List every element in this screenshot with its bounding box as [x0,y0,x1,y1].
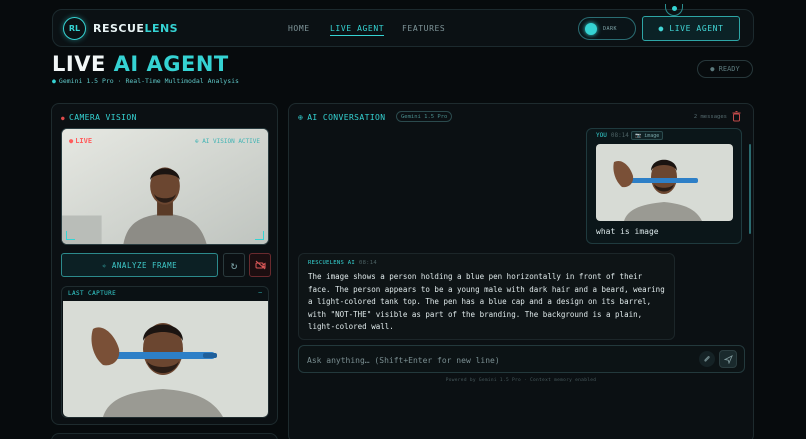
logo-badge[interactable]: RL [63,17,86,40]
theme-toggle[interactable]: DARK [578,17,636,40]
camera-off-button[interactable] [249,253,271,277]
live-agent-button[interactable]: ● LIVE AGENT [642,16,740,41]
chat-input-bar [298,345,745,373]
frame-corner-icon [66,231,75,240]
analyze-frame-button[interactable]: ✧ ANALYZE FRAME [61,253,218,277]
attached-photo [596,144,733,221]
camera-off-icon [255,260,265,270]
last-capture-image [63,301,268,417]
frame-corner-icon [255,231,264,240]
page-title: LIVE AI AGENT [52,52,229,76]
top-navigation: RL RESCUELENS HOME LIVE AGENT FEATURES D… [52,4,754,47]
user-message-text: what is image [596,227,659,236]
toggle-knob-icon [585,22,597,35]
model-chip: Gemini 1.5 Pro [396,111,453,122]
last-capture-collapse[interactable]: – [258,289,262,296]
chat-panel: AI CONVERSATION Gemini 1.5 Pro 2 message… [288,103,754,439]
trash-icon[interactable] [732,111,741,122]
user-message-time: 08:14 [610,132,629,139]
brand-main: RESCUE [93,22,145,35]
attach-button[interactable] [699,351,715,367]
ai-vision-tag: ⊕ AI VISION ACTIVE [194,138,260,145]
nav-link-home[interactable]: HOME [288,24,310,33]
camera-panel: CAMERA VISION LIVE ⊕ AI VISION ACTIVE ✧ … [51,103,278,425]
chat-input[interactable] [307,353,687,367]
ai-message-sender: RESCUELENS AI [308,260,355,266]
image-attachment-chip: 📷 image [631,131,664,140]
send-button[interactable] [719,350,737,368]
send-icon [723,354,733,364]
camera-feed: LIVE ⊕ AI VISION ACTIVE [61,128,269,245]
ai-message: RESCUELENS AI 08:14 The image shows a per… [298,253,675,340]
refresh-button[interactable]: ↻ [223,253,245,277]
page-title-accent: AI AGENT [113,52,229,76]
ai-message-time: 08:14 [358,260,378,266]
status-badge: ● READY [697,60,753,78]
camera-panel-title: CAMERA VISION [61,113,137,122]
theme-toggle-label: DARK [603,25,618,32]
message-count: 2 messages [693,114,727,120]
brand-name[interactable]: RESCUELENS [93,22,178,35]
live-tag: LIVE [69,137,92,145]
brand-accent: LENS [144,22,179,35]
chat-scrollbar[interactable] [749,144,751,234]
page-title-main: LIVE [52,52,106,76]
user-message-meta: YOU 08:14 [596,132,629,139]
top-indicator-icon [665,4,683,16]
page-subtitle: Gemini 1.5 Pro · Real-Time Multimodal An… [52,77,239,85]
last-capture: LAST CAPTURE – [61,286,269,418]
chat-panel-title: AI CONVERSATION [298,113,385,122]
nav-link-features[interactable]: FEATURES [402,24,445,33]
user-message: YOU 08:14 📷 image what is image [586,128,742,244]
attach-icon [704,356,710,362]
camera-feed-image [62,129,268,244]
user-message-image[interactable] [596,144,733,221]
capture-photo [63,301,268,417]
last-capture-title: LAST CAPTURE [68,290,117,297]
nav-link-live-agent[interactable]: LIVE AGENT [330,24,385,36]
user-message-sender: YOU [596,132,607,139]
ai-message-text: The image shows a person holding a blue … [308,272,665,332]
secondary-panel [51,433,278,439]
footer-note: Powered by Gemini 1.5 Pro · Context memo… [445,378,597,383]
ai-message-meta: RESCUELENS AI 08:14 [308,260,377,266]
refresh-icon: ↻ [230,258,238,272]
